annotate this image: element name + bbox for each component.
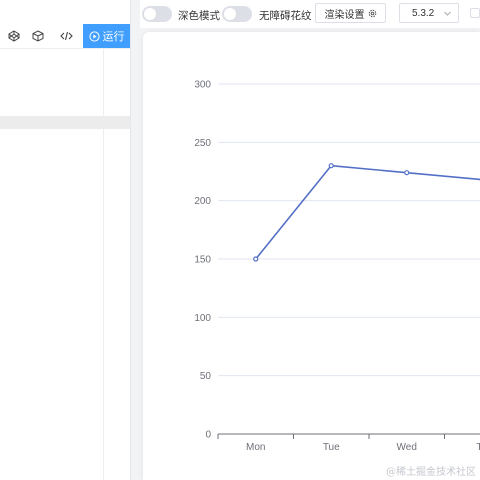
editor-toolbar: 运行 <box>0 24 130 49</box>
code-editor-pane[interactable]: 运行 <box>0 0 131 480</box>
code-icon[interactable] <box>52 24 80 48</box>
y-tick-label: 300 <box>194 80 211 91</box>
editor-active-line <box>0 116 130 129</box>
render-settings-button[interactable]: 渲染设置 <box>315 3 386 23</box>
option-checkbox[interactable] <box>470 8 480 18</box>
pane-splitter[interactable] <box>131 0 140 480</box>
y-tick-label: 50 <box>200 371 212 382</box>
editor-gutter-divider <box>103 49 104 480</box>
series-line <box>255 164 480 260</box>
run-button[interactable]: 运行 <box>83 24 130 48</box>
x-tick-label: Th <box>476 442 480 453</box>
y-tick-label: 0 <box>205 430 211 441</box>
data-point <box>404 170 410 176</box>
watermark: @稀土掘金技术社区 <box>386 467 476 478</box>
dark-mode-label: 深色模式 <box>178 10 220 22</box>
y-tick-label: 150 <box>194 255 211 266</box>
chevron-down-icon <box>444 11 451 16</box>
version-value: 5.3.2 <box>412 8 435 19</box>
app-window: 运行 深色模式 无障碍花纹 渲染设置 5.3.2 0 50 100 150 20… <box>0 0 480 480</box>
data-point <box>328 163 334 169</box>
y-tick-label: 200 <box>194 196 211 207</box>
y-tick-label: 250 <box>194 138 211 149</box>
x-tick-label: Wed <box>397 442 417 453</box>
box-icon[interactable] <box>24 24 52 48</box>
dark-mode-toggle[interactable] <box>142 6 172 22</box>
play-circle-icon <box>88 30 100 42</box>
chart-panel: 0 50 100 150 200 250 300 Mon Tue Wed Th <box>143 32 480 480</box>
render-settings-label: 渲染设置 <box>324 9 365 21</box>
gear-icon <box>368 9 376 17</box>
line-chart: 0 50 100 150 200 250 300 Mon Tue Wed Th <box>194 80 480 453</box>
version-select[interactable]: 5.3.2 <box>399 3 459 23</box>
decal-pattern-toggle[interactable] <box>222 6 252 22</box>
decal-pattern-label: 无障碍花纹 <box>259 10 312 22</box>
data-point <box>253 256 259 262</box>
settings-bar: 深色模式 无障碍花纹 渲染设置 5.3.2 <box>140 0 480 29</box>
x-tick-label: Mon <box>246 442 265 453</box>
y-tick-label: 100 <box>194 313 211 324</box>
chart-preview-area: 0 50 100 150 200 250 300 Mon Tue Wed Th <box>140 28 480 480</box>
run-button-label: 运行 <box>102 31 125 43</box>
x-tick-label: Tue <box>323 442 340 453</box>
